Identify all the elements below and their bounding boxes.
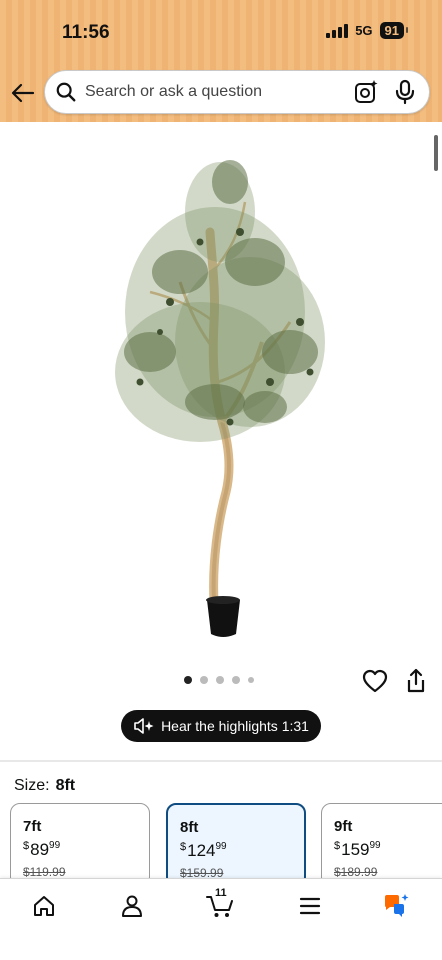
product-image-gallery[interactable] bbox=[0, 122, 442, 662]
nav-home[interactable] bbox=[29, 891, 59, 921]
size-option-label: 9ft bbox=[334, 818, 353, 835]
section-divider bbox=[0, 760, 442, 762]
gallery-dots[interactable] bbox=[184, 676, 254, 684]
cart-count: 11 bbox=[215, 887, 227, 899]
size-option-price: $89 99 bbox=[23, 840, 61, 859]
status-icons: 5G 91 bbox=[326, 22, 409, 39]
size-option-price: $124 99 bbox=[180, 841, 227, 860]
menu-icon bbox=[299, 897, 321, 915]
nav-rufus[interactable] bbox=[381, 891, 411, 921]
size-selected-value: 8ft bbox=[55, 777, 76, 794]
speaker-sparkle-icon bbox=[134, 718, 154, 734]
status-time: 11:56 bbox=[62, 22, 110, 43]
search-icon bbox=[56, 82, 76, 102]
size-option-was-price: $119.99 bbox=[23, 865, 66, 879]
size-option-7ft[interactable]: 7ft $89 99 $119.99 bbox=[10, 803, 150, 887]
nav-menu[interactable] bbox=[295, 891, 325, 921]
size-option-8ft[interactable]: 8ft $124 99 $159.99 bbox=[166, 803, 306, 887]
nav-account[interactable] bbox=[117, 891, 147, 921]
size-option-price: $159 99 bbox=[334, 840, 381, 859]
size-label: Size: 8ft bbox=[14, 777, 75, 795]
back-button[interactable] bbox=[8, 78, 38, 108]
arrow-left-icon bbox=[11, 83, 35, 103]
rufus-icon bbox=[385, 894, 409, 917]
gallery-dot[interactable] bbox=[184, 676, 192, 684]
camera-lens-icon[interactable] bbox=[353, 79, 379, 105]
gallery-dot[interactable] bbox=[232, 676, 240, 684]
hear-highlights-label: Hear the highlights 1:31 bbox=[161, 718, 309, 734]
scroll-indicator bbox=[434, 135, 438, 171]
product-image bbox=[115, 160, 325, 637]
share-icon[interactable] bbox=[404, 668, 428, 694]
size-option-label: 8ft bbox=[180, 819, 199, 836]
battery-icon: 91 bbox=[379, 22, 409, 39]
gallery-dot[interactable] bbox=[216, 676, 224, 684]
account-icon bbox=[122, 895, 142, 917]
size-option-was-price: $189.99 bbox=[334, 865, 378, 879]
signal-icon bbox=[326, 23, 349, 38]
size-option-9ft[interactable]: 9ft $159 99 $189.99 bbox=[321, 803, 442, 887]
bottom-nav: 11 bbox=[0, 878, 442, 960]
home-icon bbox=[34, 896, 54, 916]
search-bar[interactable] bbox=[44, 70, 430, 114]
microphone-icon[interactable] bbox=[393, 79, 417, 105]
heart-icon[interactable] bbox=[362, 668, 388, 694]
size-label-text: Size: bbox=[14, 777, 50, 794]
search-input[interactable] bbox=[85, 83, 353, 101]
header: 11:56 5G 91 bbox=[0, 0, 442, 122]
network-label: 5G bbox=[355, 23, 373, 38]
size-options: 7ft $89 99 $119.99 8ft $124 99 $159.99 9ft… bbox=[10, 803, 442, 887]
size-option-label: 7ft bbox=[23, 818, 42, 835]
hear-highlights-button[interactable]: Hear the highlights 1:31 bbox=[121, 710, 321, 742]
gallery-dot[interactable] bbox=[248, 677, 254, 683]
nav-cart[interactable]: 11 bbox=[205, 887, 235, 921]
product-page: 11:56 5G 91 Search or ask a question Hea… bbox=[0, 0, 442, 960]
gallery-dot[interactable] bbox=[200, 676, 208, 684]
